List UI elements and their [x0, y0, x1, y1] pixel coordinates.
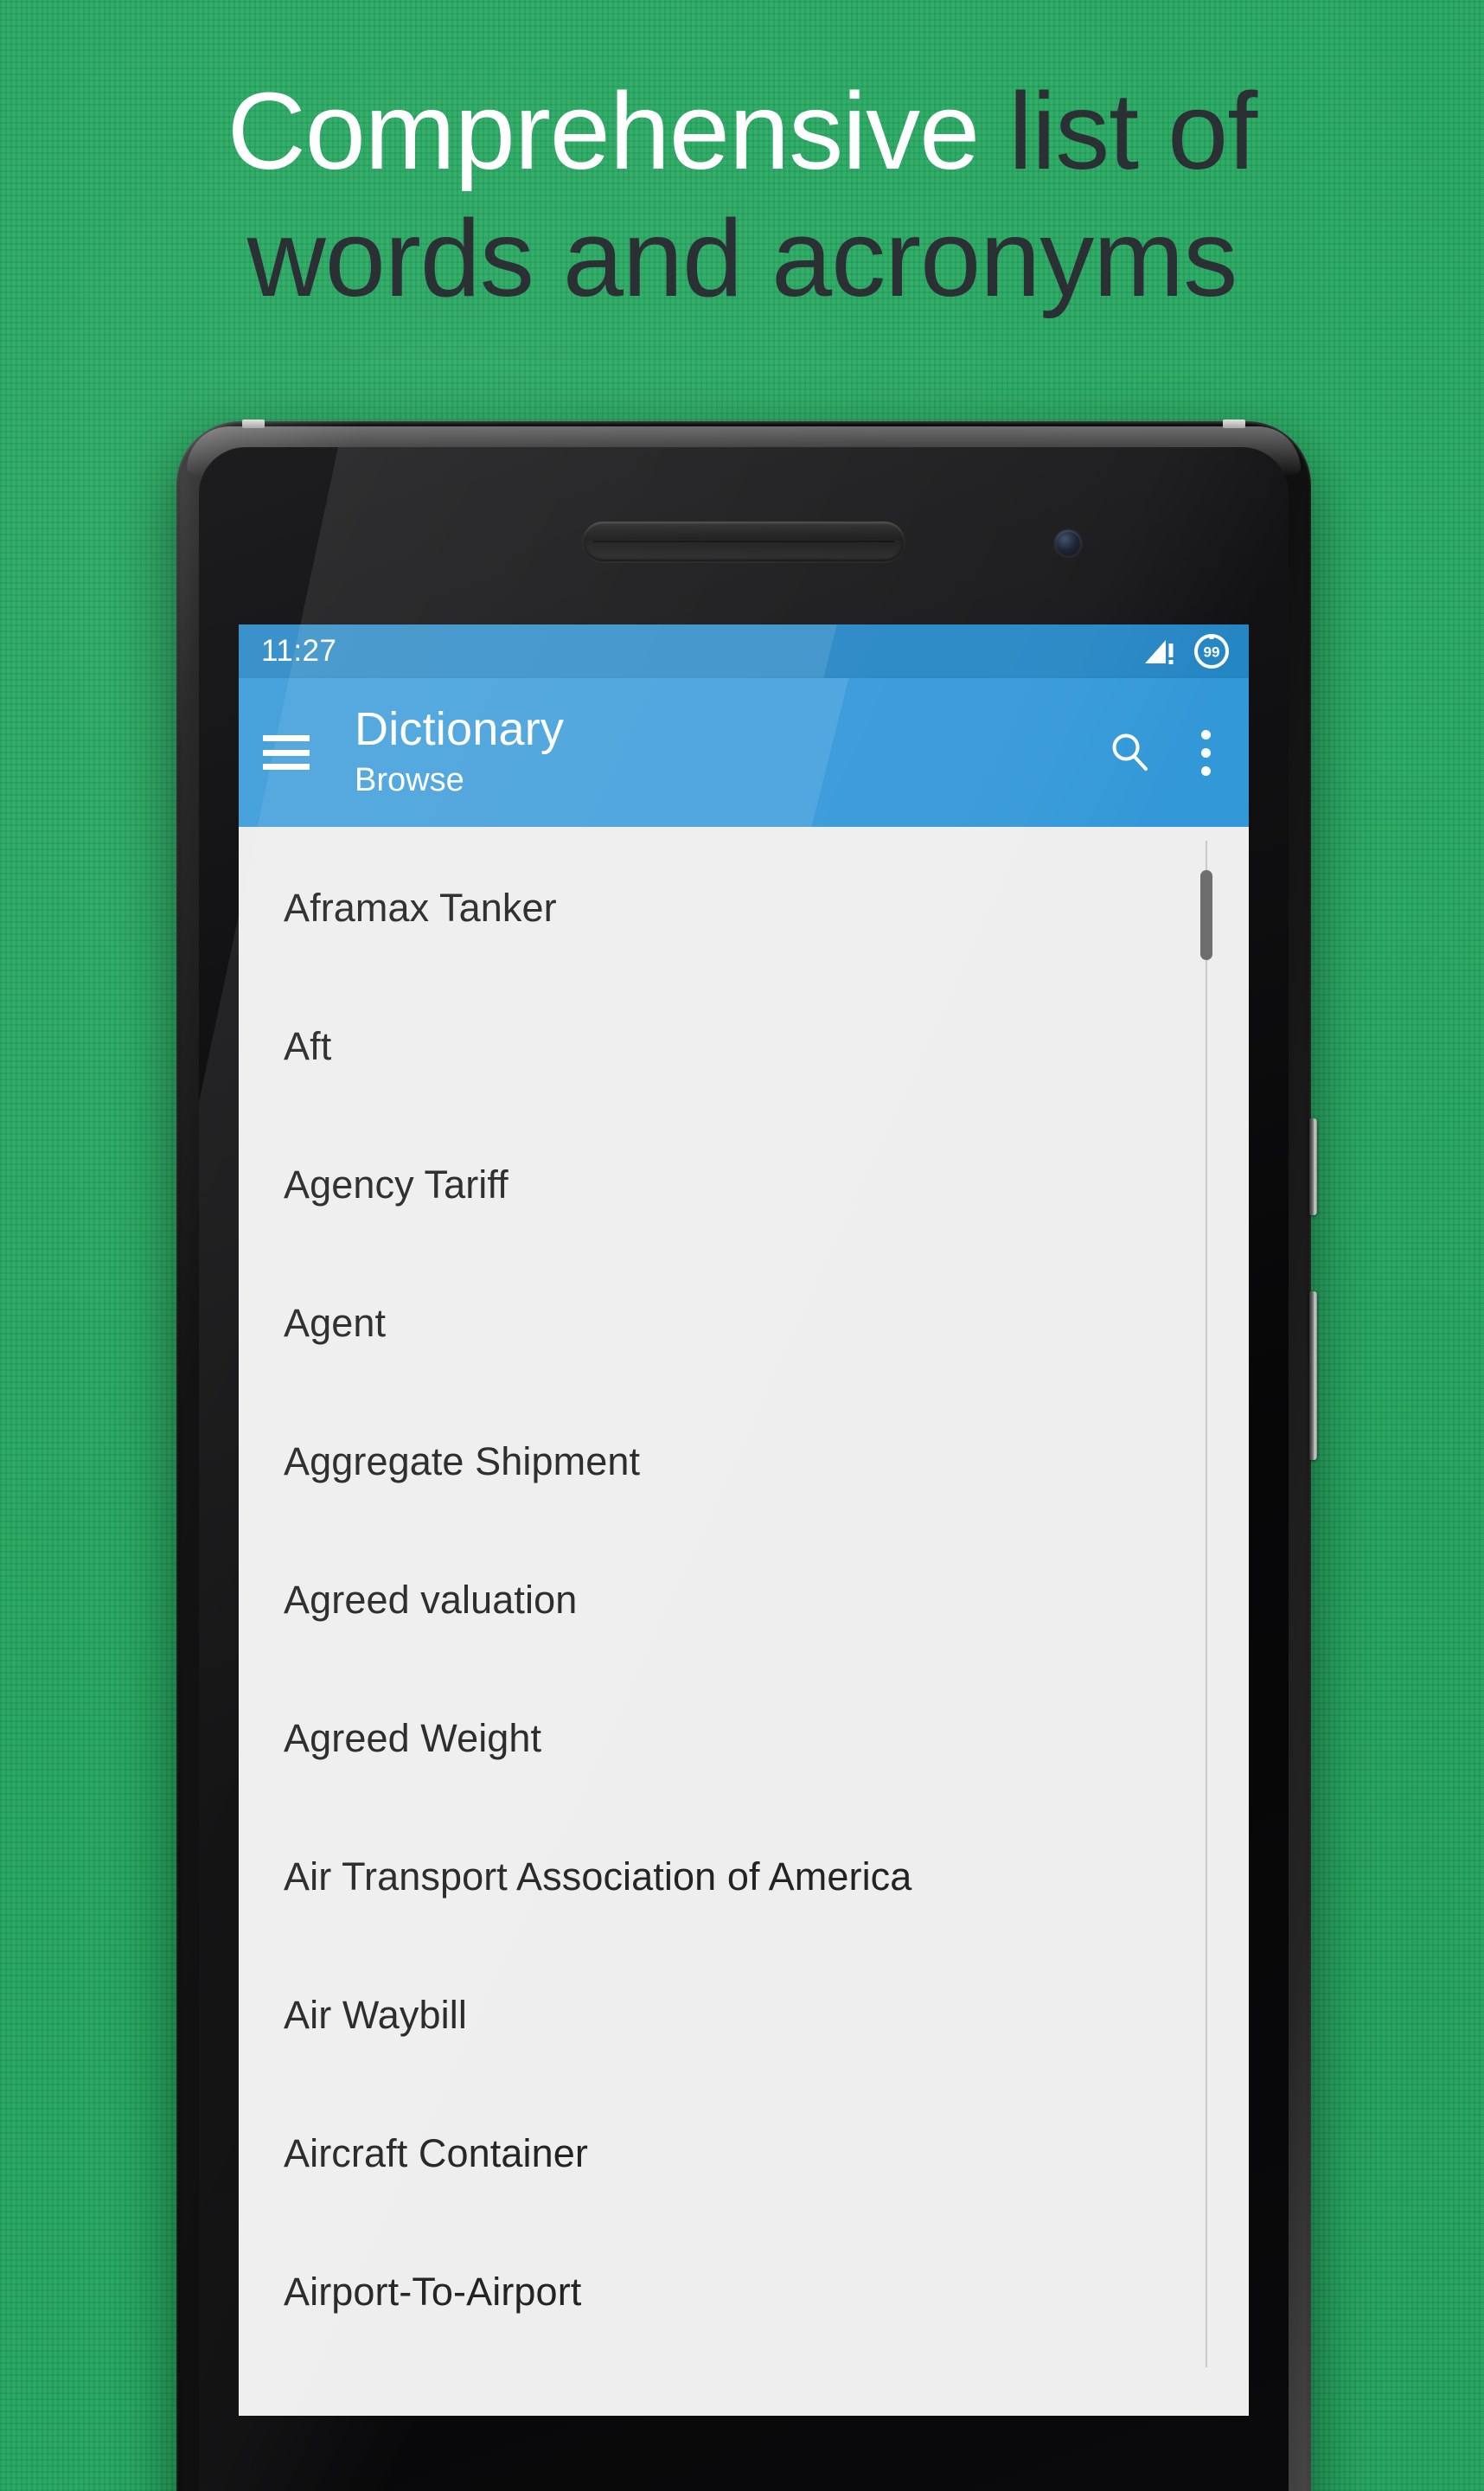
- headline-word-list-of: list of: [1008, 70, 1257, 192]
- overflow-menu-icon[interactable]: [1200, 729, 1211, 776]
- search-icon[interactable]: [1109, 731, 1152, 774]
- list-item[interactable]: Agent: [239, 1254, 1249, 1393]
- app-subtitle: Browse: [355, 762, 464, 799]
- headline-word-comprehensive: Comprehensive: [227, 70, 980, 192]
- front-camera-icon: [1055, 530, 1081, 556]
- power-button[interactable]: [1309, 1118, 1317, 1215]
- app-title: Dictionary: [355, 703, 565, 756]
- earpiece-speaker-icon: [583, 522, 905, 561]
- battery-level-text: 99: [1204, 644, 1220, 661]
- list-item[interactable]: Air Waybill: [239, 1946, 1249, 2084]
- list-item[interactable]: Aframax Tanker: [239, 839, 1249, 977]
- dictionary-list-container[interactable]: Aframax Tanker Aft Agency Tariff Agent A…: [239, 827, 1249, 2416]
- app-bar: Dictionary Browse: [239, 678, 1249, 827]
- scrollbar-track[interactable]: [1206, 841, 1207, 2367]
- status-bar-icons: 99: [1143, 633, 1230, 669]
- antenna-band-left: [242, 419, 265, 428]
- app-bar-actions: [1109, 729, 1226, 776]
- list-item[interactable]: Aircraft Container: [239, 2084, 1249, 2223]
- headline-line-1: Comprehensive list of: [0, 67, 1484, 195]
- list-item[interactable]: Aft: [239, 977, 1249, 1116]
- list-item[interactable]: Air Transport Association of America: [239, 1808, 1249, 1946]
- list-item[interactable]: Agreed valuation: [239, 1531, 1249, 1669]
- list-item[interactable]: Agency Tariff: [239, 1116, 1249, 1254]
- promo-headline: Comprehensive list of words and acronyms: [0, 67, 1484, 323]
- hamburger-menu-icon[interactable]: [263, 735, 310, 770]
- phone-device: 11:27 99 Dictionary Browse Aframax Tanke…: [176, 419, 1317, 2491]
- list-item[interactable]: Airport-To-Airport: [239, 2223, 1249, 2361]
- list-item[interactable]: Agreed Weight: [239, 1669, 1249, 1808]
- phone-glass-panel: 11:27 99 Dictionary Browse Aframax Tanke…: [199, 447, 1289, 2491]
- antenna-band-right: [1223, 419, 1245, 428]
- status-bar: 11:27 99: [239, 624, 1249, 678]
- phone-screen: 11:27 99 Dictionary Browse Aframax Tanke…: [239, 624, 1249, 2416]
- list-item[interactable]: Aggregate Shipment: [239, 1393, 1249, 1531]
- dictionary-list: Aframax Tanker Aft Agency Tariff Agent A…: [239, 827, 1249, 2361]
- signal-warning-icon: [1145, 640, 1174, 664]
- volume-button[interactable]: [1309, 1291, 1317, 1460]
- app-bar-titles: Dictionary Browse: [355, 703, 564, 802]
- headline-line-2: words and acronyms: [246, 197, 1238, 320]
- status-bar-time: 11:27: [261, 634, 337, 668]
- scrollbar-thumb[interactable]: [1200, 870, 1212, 960]
- battery-circle-icon: 99: [1194, 634, 1229, 669]
